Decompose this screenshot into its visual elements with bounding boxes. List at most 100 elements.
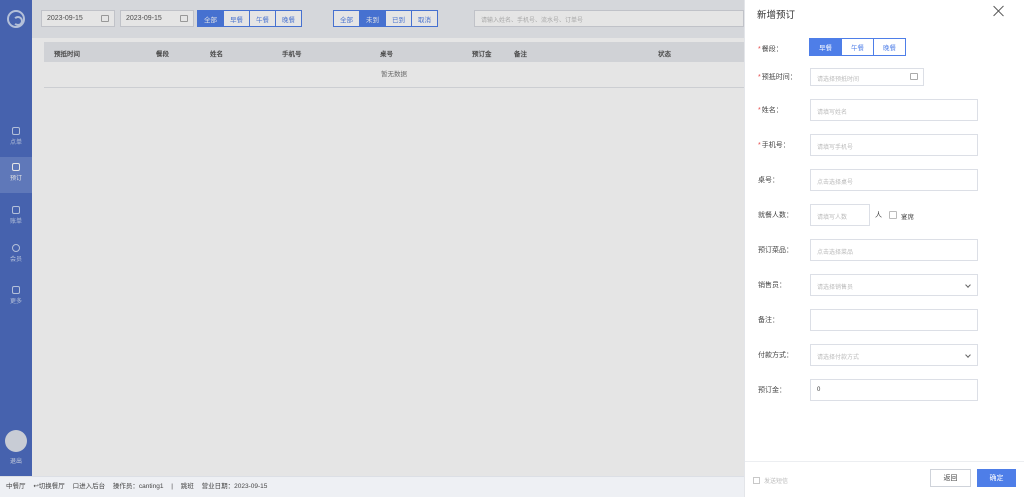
switch-restaurant-link[interactable]: ↩切换餐厅 [33,483,64,490]
confirm-button[interactable]: 确定 [977,469,1016,487]
meal-lunch-button[interactable]: 午餐 [841,38,874,56]
end-date-value: 2023-09-15 [126,15,162,22]
column-header: 餐段 [156,51,169,58]
meal-filter-breakfast[interactable]: 早餐 [223,10,250,27]
sidebar-item-bill[interactable]: 账单 [0,200,32,236]
status-filter-arrived[interactable]: 已到 [385,10,412,27]
sidebar-item-label: 更多 [9,299,22,305]
meal-label: *餐段： [758,46,783,53]
send-sms-label: 发送短信 [764,479,789,485]
meal-filter-dinner[interactable]: 晚餐 [275,10,302,27]
column-header: 桌号 [380,51,393,58]
form-row-guests: 就餐人数： 请填写人数 人 宴席 [745,204,1024,226]
avatar[interactable] [5,430,27,452]
arrival-time-input[interactable]: 请选择预抵时间 [810,68,924,86]
phone-label: *手机号： [758,142,790,149]
calendar-icon [101,15,109,22]
guests-input[interactable]: 请填写人数 [810,204,870,226]
send-sms-checkbox[interactable] [753,477,760,484]
deposit-value: 0 [817,387,821,393]
chart-icon [12,206,20,214]
close-icon[interactable] [992,4,1006,18]
new-reservation-drawer: 新增预订 *餐段： 早餐 午餐 晚餐 *预抵时间： 请选择预抵时间 *姓名： 请… [744,0,1024,497]
status-filter-not-arrived[interactable]: 未到 [359,10,386,27]
banquet-checkbox[interactable] [889,211,897,219]
grid-icon [12,286,20,294]
meal-filter-lunch[interactable]: 午餐 [249,10,276,27]
column-header: 备注 [514,51,527,58]
business-date: 营业日期：2023-09-15 [201,483,268,490]
meal-filter-all[interactable]: 全部 [197,10,224,27]
status-filter-cancelled[interactable]: 取消 [411,10,438,27]
status-bar: 中餐厅 ↩切换餐厅 口进入后台 操作员：canting1 | 跳班 营业日期：2… [0,476,744,497]
form-row-remark: 备注： [745,309,1024,331]
sidebar-item-reservation[interactable]: 预订 [0,157,32,193]
form-row-deposit: 预订金： 0 [745,379,1024,401]
cup-icon [12,127,20,135]
sidebar-item-label: 点单 [9,140,22,146]
column-header: 预抵时间 [54,51,80,58]
form-row-name: *姓名： 请填写姓名 [745,99,1024,121]
table-header: 预抵时间 餐段 姓名 手机号 桌号 预订金 备注 状态 [44,42,744,62]
guests-label: 就餐人数： [758,212,793,219]
column-header: 状态 [658,51,671,58]
sidebar-item-label: 预订 [9,176,22,182]
salesperson-select[interactable]: 请选择销售员 [810,274,978,296]
meal-segment: 早餐 午餐 晚餐 [809,38,906,56]
payment-placeholder: 请选择付款方式 [817,355,860,361]
arrival-placeholder: 请选择预抵时间 [817,77,860,83]
phone-input[interactable]: 请填写手机号 [810,134,978,156]
dishes-label: 预订菜品： [758,247,793,254]
search-input[interactable]: 请输入姓名、手机号、流水号、订单号 [474,10,744,27]
sidebar-item-more[interactable]: 更多 [0,280,32,316]
sidebar: 点单 预订 账单 会员 更多 退出 [0,0,32,476]
chevron-down-icon [965,352,971,358]
table-select-input[interactable]: 点击选择桌号 [810,169,978,191]
status-divider: | [171,483,173,490]
exit-button[interactable]: 退出 [0,456,32,465]
shift-link[interactable]: 跳班 [181,483,194,490]
deposit-input[interactable]: 0 [810,379,978,401]
salesperson-placeholder: 请选择销售员 [817,285,854,291]
form-row-phone: *手机号： 请填写手机号 [745,134,1024,156]
salesperson-label: 销售员： [758,282,786,289]
name-input[interactable]: 请填写姓名 [810,99,978,121]
heart-icon [12,244,20,252]
form-row-salesperson: 销售员： 请选择销售员 [745,274,1024,296]
sidebar-item-label: 会员 [9,257,22,263]
enter-backend-link[interactable]: 口进入后台 [73,483,106,490]
banquet-label: 宴席 [901,214,914,221]
sidebar-item-label: 账单 [9,219,22,225]
chevron-down-icon [965,282,971,288]
start-date-value: 2023-09-15 [47,15,83,22]
filter-bar: 2023-09-15 - 2023-09-15 全部 早餐 午餐 晚餐 全部 未… [32,0,744,38]
meal-breakfast-button[interactable]: 早餐 [809,38,842,56]
back-button[interactable]: 返回 [930,469,971,487]
drawer-title: 新增预订 [757,10,796,21]
meal-filter-group: 全部 早餐 午餐 晚餐 [197,10,302,27]
drawer-footer: 发送短信 返回 确定 [745,461,1024,497]
form-row-dishes: 预订菜品： 点击选择菜品 [745,239,1024,261]
sidebar-item-order[interactable]: 点单 [0,121,32,157]
calendar-icon [180,15,188,22]
form-row-arrival: *预抵时间： 请选择预抵时间 [745,66,1024,88]
status-filter-all[interactable]: 全部 [333,10,360,27]
start-date-input[interactable]: 2023-09-15 [41,10,115,27]
remark-input[interactable] [810,309,978,331]
app-logo-icon [7,10,25,28]
status-filter-group: 全部 未到 已到 取消 [333,10,438,27]
sidebar-item-member[interactable]: 会员 [0,238,32,274]
calendar-icon [910,73,918,80]
payment-select[interactable]: 请选择付款方式 [810,344,978,366]
arrival-label: *预抵时间： [758,74,797,81]
empty-text: 暂无数据 [44,62,744,88]
dishes-select-input[interactable]: 点击选择菜品 [810,239,978,261]
meal-dinner-button[interactable]: 晚餐 [873,38,906,56]
column-header: 手机号 [282,51,302,58]
end-date-input[interactable]: 2023-09-15 [120,10,194,27]
reservation-table: 预抵时间 餐段 姓名 手机号 桌号 预订金 备注 状态 暂无数据 [44,42,744,88]
name-label: *姓名： [758,107,783,114]
form-row-meal: *餐段： 早餐 午餐 晚餐 [745,38,1024,60]
column-header: 姓名 [210,51,223,58]
form-row-table: 桌号： 点击选择桌号 [745,169,1024,191]
